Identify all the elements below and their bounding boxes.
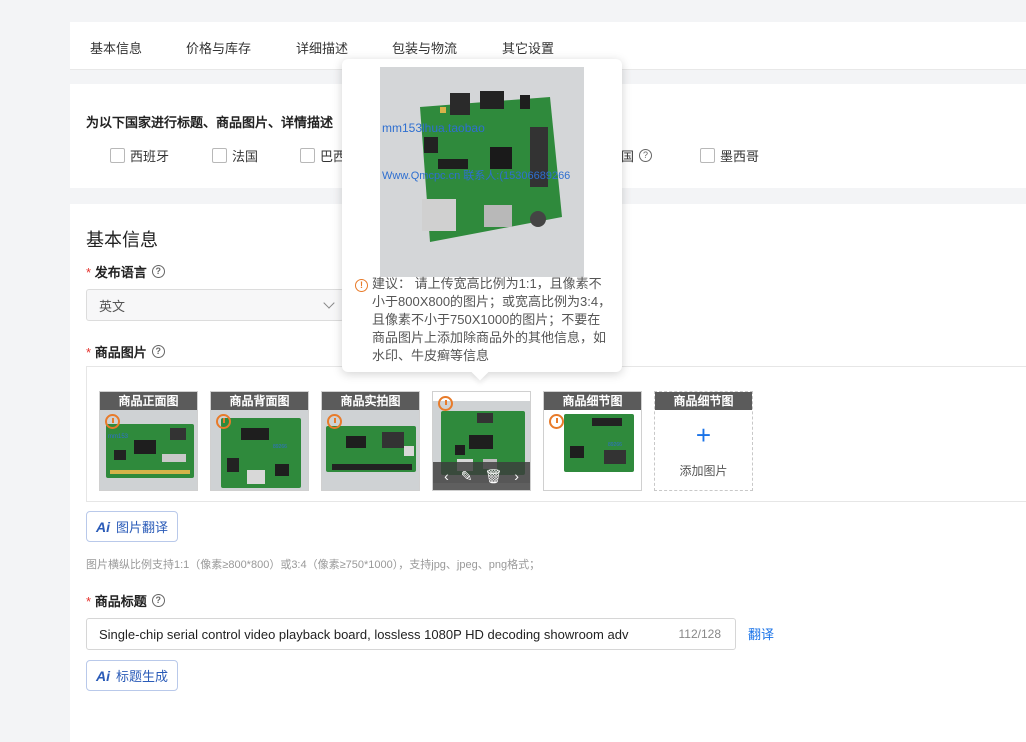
required-mark: *	[86, 265, 92, 280]
image-format-hint: 图片横纵比例支持1:1（像素≥800*800）或3:4（像素≥750*1000）…	[86, 559, 541, 571]
checkbox-spain[interactable]: 西班牙	[110, 146, 169, 165]
checkbox-box[interactable]	[700, 148, 715, 163]
image-slot-active[interactable]: ‹ ✎ 🗑 ›	[432, 391, 531, 491]
watermark-text: mm153lhua.taobao	[382, 121, 485, 135]
svg-text:89266: 89266	[608, 442, 622, 448]
title-generate-label: 标题生成	[116, 669, 169, 684]
checkbox-label: 西班牙	[130, 149, 170, 164]
tab-description[interactable]: 详细描述	[296, 38, 348, 57]
required-mark: *	[86, 594, 92, 609]
image-toolbar: ‹ ✎ 🗑 ›	[433, 462, 530, 490]
image-translate-button[interactable]: Ai 图片翻译	[86, 511, 179, 542]
slot-label: 商品细节图	[544, 392, 641, 410]
language-label-text: 发布语言	[94, 265, 147, 280]
tab-other-settings[interactable]: 其它设置	[502, 38, 554, 57]
chevron-right-icon[interactable]: ›	[514, 468, 519, 484]
plus-icon: +	[695, 420, 712, 450]
checkbox-box[interactable]	[300, 148, 315, 163]
section-title: 基本信息	[86, 230, 158, 250]
watermark-text: Www.Qmcpc.cn 联系人:(15306689266	[382, 170, 571, 182]
checkbox-label: 墨西哥	[720, 149, 760, 164]
required-mark: *	[86, 345, 92, 360]
product-title-input[interactable]: Single-chip serial control video playbac…	[86, 618, 736, 650]
translate-link[interactable]: 翻译	[748, 624, 774, 643]
warning-icon[interactable]	[105, 414, 120, 429]
image-upload-area: 商品正面图 mm153 商品背面图 89266 商品实拍图 ‹ ✎ 🗑 › 商品…	[86, 366, 1026, 502]
svg-text:mm153: mm153	[108, 434, 129, 440]
tab-packaging[interactable]: 包装与物流	[392, 38, 457, 57]
country-section-title: 为以下国家进行标题、商品图片、详情描述	[86, 115, 334, 130]
images-label: * 商品图片 ?	[86, 342, 165, 361]
title-generate-button[interactable]: Ai 标题生成	[86, 660, 179, 691]
tab-price-stock[interactable]: 价格与库存	[186, 38, 251, 57]
char-count: 112/128	[678, 627, 722, 641]
ai-icon: Ai	[96, 518, 110, 535]
add-image-button[interactable]: 商品细节图 + 添加图片	[654, 391, 753, 491]
language-select-value: 英文	[99, 298, 126, 314]
checkbox-brazil[interactable]: 巴西	[300, 146, 346, 165]
tab-basic-info[interactable]: 基本信息	[90, 38, 142, 57]
images-label-text: 商品图片	[94, 345, 147, 360]
checkbox-box[interactable]	[110, 148, 125, 163]
warning-icon[interactable]	[327, 414, 342, 429]
add-image-text: 添加图片	[679, 464, 728, 478]
slot-label: 商品细节图	[655, 392, 752, 410]
image-slot-back[interactable]: 商品背面图 89266	[210, 391, 309, 491]
edit-icon[interactable]: ✎	[461, 468, 473, 485]
chevron-left-icon[interactable]: ‹	[444, 468, 449, 484]
language-label: * 发布语言 ?	[86, 262, 165, 281]
help-icon[interactable]: ?	[639, 149, 653, 162]
image-slot-detail[interactable]: 商品细节图 89266	[543, 391, 642, 491]
slot-label: 商品背面图	[211, 392, 308, 410]
chevron-down-icon	[323, 297, 335, 309]
slot-label: 商品正面图	[100, 392, 197, 410]
warning-icon[interactable]	[216, 414, 231, 429]
checkbox-mexico[interactable]: 墨西哥	[700, 146, 759, 165]
help-icon[interactable]: ?	[151, 265, 165, 278]
help-icon[interactable]: ?	[151, 345, 165, 358]
title-label: * 商品标题 ?	[86, 591, 165, 610]
image-translate-label: 图片翻译	[116, 520, 169, 535]
checkbox-france[interactable]: 法国	[212, 146, 258, 165]
title-label-text: 商品标题	[94, 594, 147, 609]
upload-suggestion: 建议： 请上传宽高比例为1:1，且像素不小于800X800的图片；或宽高比例为3…	[372, 276, 612, 363]
checkbox-box[interactable]	[212, 148, 227, 163]
checkbox-label: 法国	[232, 149, 259, 164]
image-preview-popover: mm153lhua.taobao Www.Qmcpc.cn 联系人:(15306…	[342, 59, 622, 372]
slot-label: 商品实拍图	[322, 392, 419, 410]
warning-icon[interactable]	[549, 414, 564, 429]
trash-icon[interactable]: 🗑	[484, 468, 502, 485]
info-icon: !	[355, 279, 368, 292]
ai-icon: Ai	[96, 667, 110, 684]
image-slot-front[interactable]: 商品正面图 mm153	[99, 391, 198, 491]
language-select[interactable]: 英文	[86, 289, 344, 321]
image-slot-live[interactable]: 商品实拍图	[321, 391, 420, 491]
warning-icon[interactable]	[438, 396, 453, 411]
product-title-value: Single-chip serial control video playbac…	[99, 626, 629, 642]
help-icon[interactable]: ?	[151, 594, 165, 607]
svg-text:89266: 89266	[273, 444, 287, 450]
